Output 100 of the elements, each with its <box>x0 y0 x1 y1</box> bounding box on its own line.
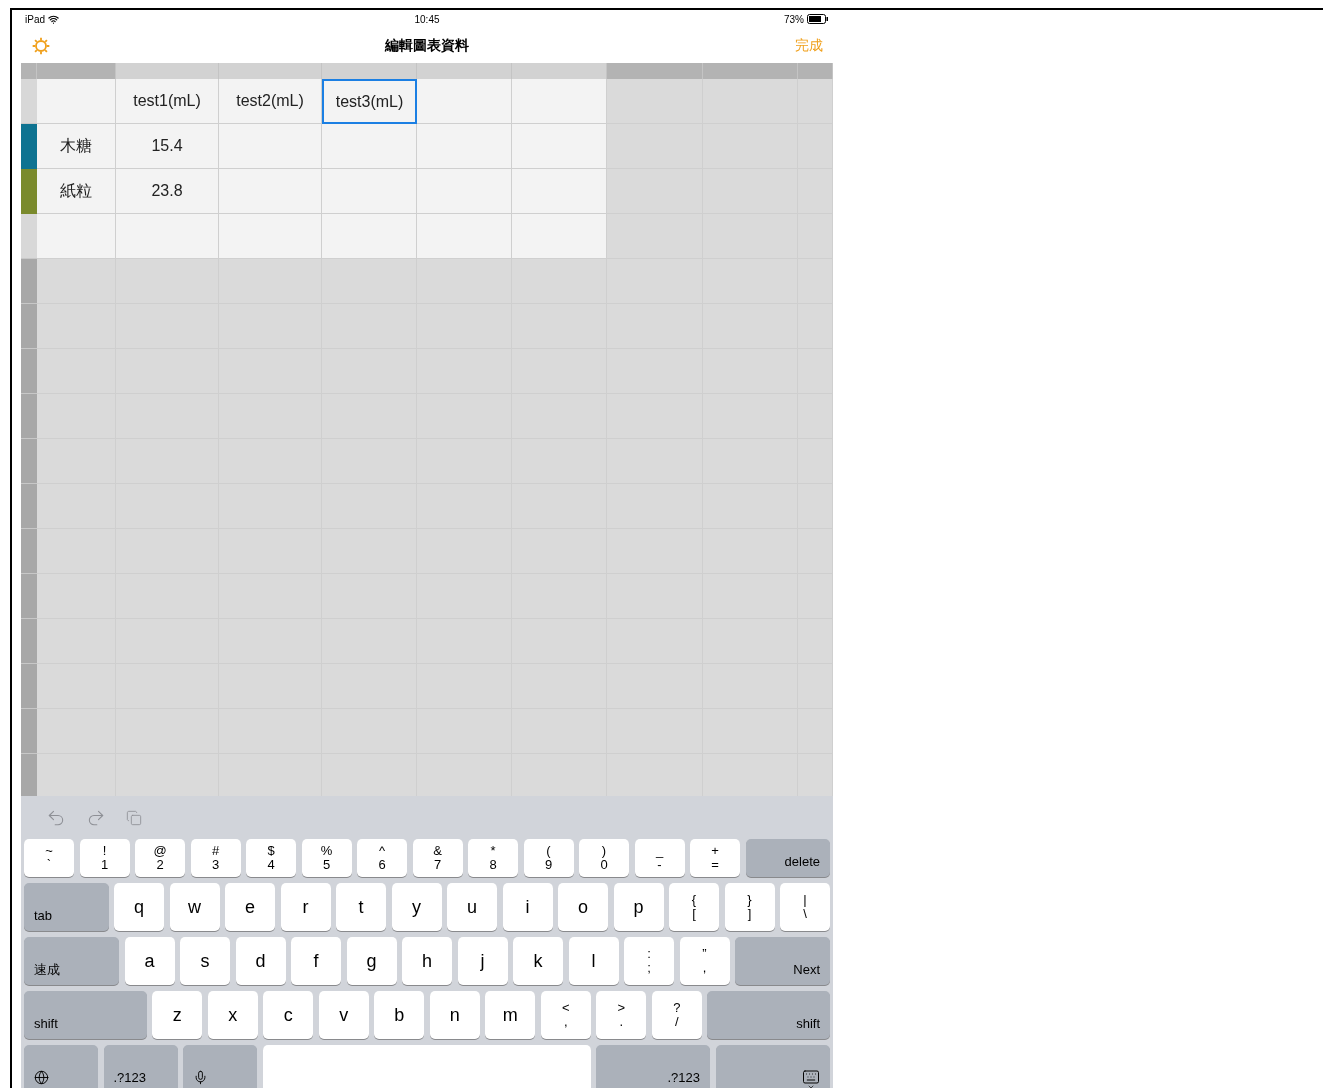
key[interactable]: o <box>558 883 608 931</box>
table-cell[interactable] <box>512 79 607 124</box>
key[interactable]: w <box>169 883 220 931</box>
row-marker <box>21 259 37 304</box>
table-cell <box>798 214 833 259</box>
table-cell <box>798 709 833 754</box>
table-cell <box>798 304 833 349</box>
table-cell[interactable] <box>322 124 417 169</box>
column-header-cell[interactable]: test1(mL) <box>116 79 219 124</box>
table-cell[interactable] <box>37 79 116 124</box>
key[interactable]: ) 0 <box>579 839 629 877</box>
table-cell <box>798 484 833 529</box>
table-cell[interactable] <box>116 214 219 259</box>
key[interactable]: { [ <box>669 883 719 931</box>
key[interactable]: u <box>447 883 497 931</box>
table-cell <box>798 664 833 709</box>
key[interactable]: m <box>485 991 536 1039</box>
key[interactable]: e <box>225 883 275 931</box>
key[interactable]: k <box>513 937 563 985</box>
row-marker <box>21 439 37 484</box>
table-cell <box>798 574 833 619</box>
table-cell[interactable] <box>219 214 322 259</box>
key[interactable]: p <box>613 883 664 931</box>
key[interactable]: > . <box>596 991 647 1039</box>
key[interactable]: | \ <box>780 883 830 931</box>
table-cell[interactable] <box>322 169 417 214</box>
key[interactable]: delete <box>745 839 830 877</box>
table-cell[interactable] <box>512 124 607 169</box>
wifi-icon <box>48 13 59 25</box>
key[interactable]: ” , <box>679 937 730 985</box>
key[interactable]: f <box>291 937 341 985</box>
key[interactable]: + = <box>690 839 740 877</box>
column-header-cell[interactable]: test3(mL) <box>322 79 417 124</box>
table-cell[interactable] <box>417 124 512 169</box>
key[interactable]: tab <box>24 883 109 931</box>
key[interactable]: d <box>235 937 286 985</box>
table-cell[interactable]: 15.4 <box>116 124 219 169</box>
key[interactable]: x <box>207 991 258 1039</box>
settings-icon <box>31 35 51 56</box>
key[interactable]: j <box>457 937 508 985</box>
table-cell[interactable] <box>512 169 607 214</box>
key[interactable]: # 3 <box>190 839 241 877</box>
paste-icon[interactable] <box>126 809 142 826</box>
table-cell[interactable] <box>417 214 512 259</box>
microphone-icon <box>193 1070 208 1085</box>
table-cell[interactable] <box>417 169 512 214</box>
key[interactable]: : ; <box>624 937 674 985</box>
key[interactable]: % 5 <box>301 839 352 877</box>
key[interactable]: ! 1 <box>79 839 130 877</box>
table-cell[interactable] <box>37 214 116 259</box>
table-cell <box>798 529 833 574</box>
key[interactable]: shift <box>707 991 830 1039</box>
key[interactable]: } ] <box>724 883 775 931</box>
key[interactable]: r <box>280 883 331 931</box>
key[interactable]: y <box>391 883 442 931</box>
table-cell[interactable] <box>322 214 417 259</box>
key[interactable]: h <box>402 937 452 985</box>
key[interactable]: s <box>180 937 230 985</box>
table-cell <box>798 439 833 484</box>
key[interactable]: v <box>318 991 369 1039</box>
table-cell[interactable] <box>219 124 322 169</box>
key[interactable]: i <box>502 883 553 931</box>
key[interactable]: @ 2 <box>135 839 185 877</box>
key[interactable]: < , <box>540 991 591 1039</box>
key[interactable]: ? / <box>651 991 702 1039</box>
space-key[interactable] <box>262 1045 591 1088</box>
key[interactable]: ^ 6 <box>357 839 407 877</box>
key[interactable]: a <box>124 937 175 985</box>
key[interactable]: z <box>152 991 203 1039</box>
key[interactable]: q <box>114 883 164 931</box>
row-header-cell[interactable]: 木糖 <box>37 124 116 169</box>
screen-title: 編輯圖表資料 <box>385 36 469 55</box>
key[interactable]: g <box>346 937 397 985</box>
table-cell[interactable]: 23.8 <box>116 169 219 214</box>
globe-key[interactable] <box>24 1045 98 1088</box>
key[interactable]: c <box>263 991 314 1039</box>
column-header-cell[interactable]: test2(mL) <box>219 79 322 124</box>
microphone-key[interactable] <box>183 1045 257 1088</box>
key[interactable]: .?123 <box>103 1045 178 1088</box>
key[interactable]: b <box>374 991 425 1039</box>
table-cell[interactable] <box>512 214 607 259</box>
key[interactable]: * 8 <box>468 839 518 877</box>
key[interactable]: ( 9 <box>523 839 574 877</box>
key[interactable]: shift <box>24 991 147 1039</box>
table-cell[interactable] <box>417 79 512 124</box>
key[interactable]: .?123 <box>596 1045 710 1088</box>
key[interactable]: n <box>429 991 480 1039</box>
key[interactable]: ~ ` <box>24 839 74 877</box>
key[interactable]: Next <box>735 937 830 985</box>
key[interactable]: t <box>336 883 386 931</box>
row-header-cell[interactable]: 紙粒 <box>37 169 116 214</box>
clock: 10:45 <box>414 12 440 27</box>
hide-keyboard-key[interactable] <box>715 1045 830 1088</box>
key[interactable]: $ 4 <box>246 839 296 877</box>
table-cell <box>798 79 833 124</box>
key[interactable]: l <box>568 937 619 985</box>
key[interactable]: & 7 <box>412 839 463 877</box>
key[interactable]: _ - <box>634 839 685 877</box>
table-cell[interactable] <box>219 169 322 214</box>
key[interactable]: 速成 <box>24 937 119 985</box>
